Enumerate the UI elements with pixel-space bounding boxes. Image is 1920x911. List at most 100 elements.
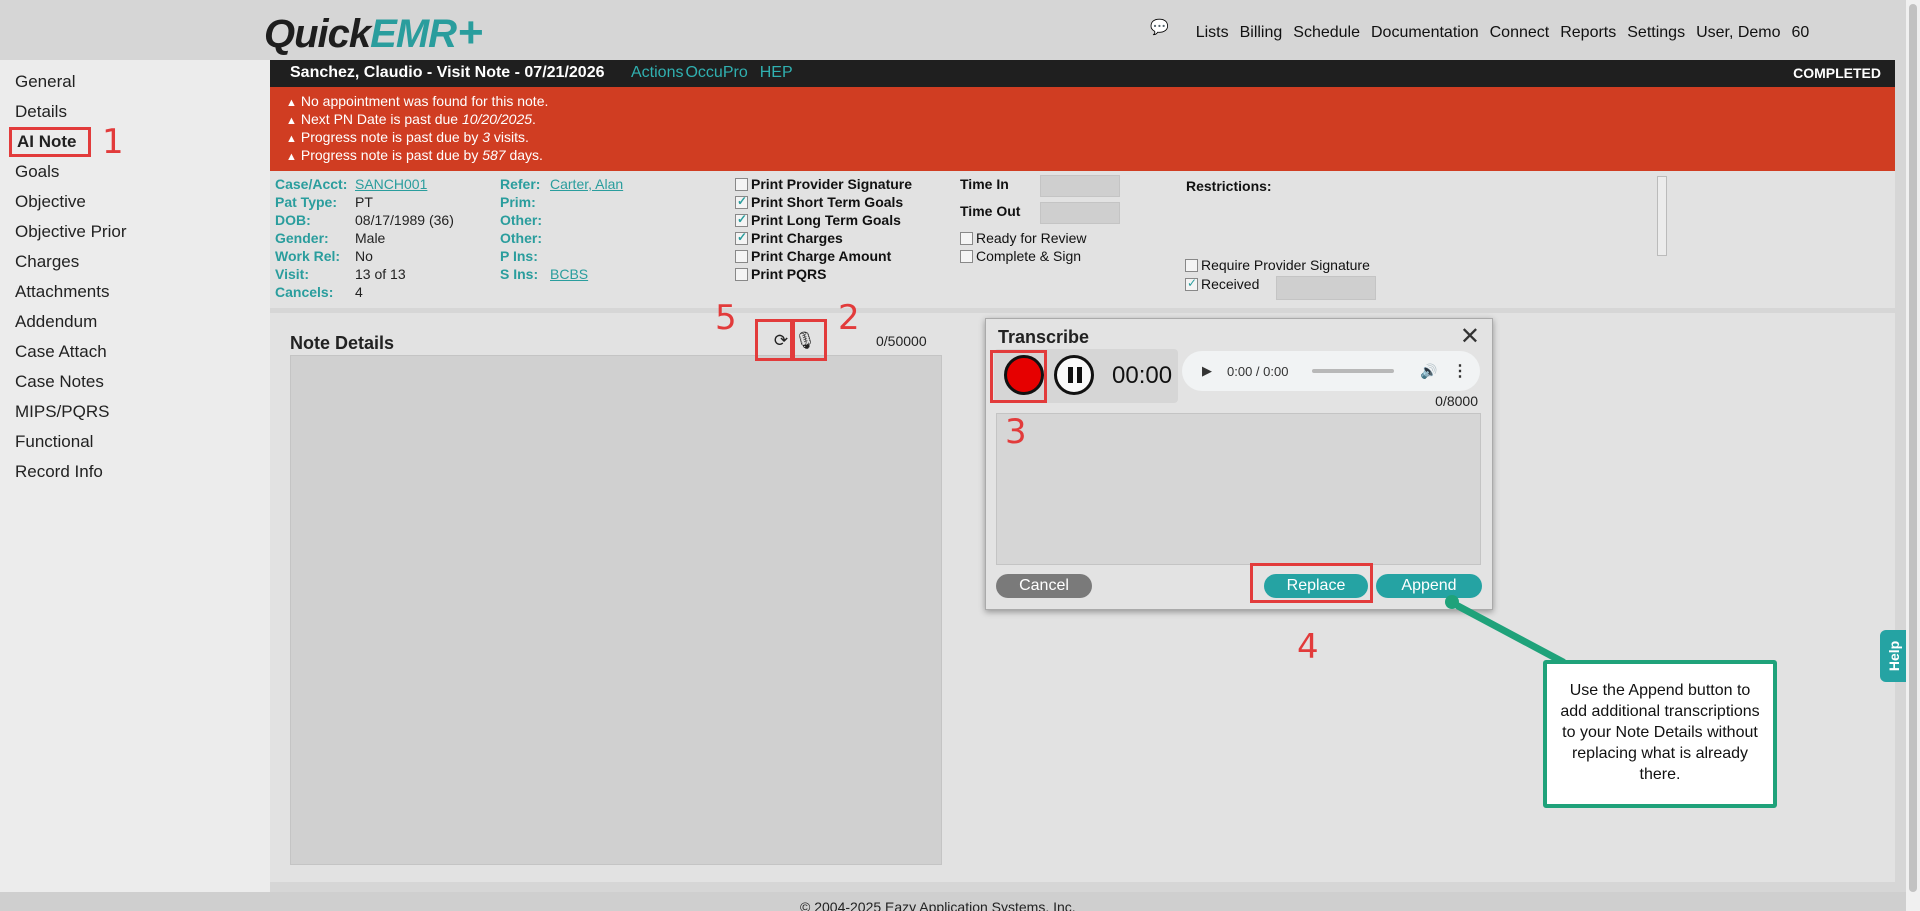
cancel-button[interactable]: Cancel	[996, 574, 1092, 598]
checkbox-icon	[735, 249, 748, 263]
transcribe-char-count: 0/8000	[1435, 393, 1478, 409]
print-long-term-goals-checkbox[interactable]: Print Long Term Goals	[735, 212, 901, 228]
pins-label: P Ins:	[500, 248, 538, 264]
nav-billing[interactable]: Billing	[1240, 24, 1283, 42]
note-header: Sanchez, Claudio - Visit Note - 07/21/20…	[270, 60, 1895, 87]
annotation-number-5: 5	[715, 298, 737, 338]
nav-settings[interactable]: Settings	[1627, 24, 1685, 42]
alert-line: ▲ Next PN Date is past due 10/20/2025.	[286, 111, 536, 127]
sidebar-item-case-notes[interactable]: Case Notes	[15, 372, 104, 392]
nav-lists[interactable]: Lists	[1196, 24, 1229, 42]
sins-value-link[interactable]: BCBS	[550, 266, 588, 282]
other2-label: Other:	[500, 230, 542, 246]
visit-value: 13 of 13	[355, 266, 406, 282]
alert-banner: ▲ No appointment was found for this note.…	[270, 87, 1895, 171]
sidebar-item-attachments[interactable]: Attachments	[15, 282, 110, 302]
logo-plus-icon: +	[458, 8, 484, 57]
complete-sign-checkbox[interactable]: Complete & Sign	[960, 248, 1081, 264]
restrictions-textarea[interactable]	[1657, 176, 1667, 256]
footer-copyright: © 2004-2025 Eazy Application Systems, In…	[800, 899, 1076, 911]
nav-reports[interactable]: Reports	[1560, 24, 1616, 42]
case-value-link[interactable]: SANCH001	[355, 176, 427, 192]
print-charges-checkbox[interactable]: Print Charges	[735, 230, 843, 246]
volume-icon[interactable]: 🔊	[1420, 363, 1437, 380]
checkbox-checked-icon	[1185, 276, 1198, 291]
help-tab[interactable]: Help	[1880, 630, 1908, 682]
sidebar: General Details AI Note Goals Objective …	[0, 60, 270, 911]
logo-emr-text: EMR	[370, 12, 457, 56]
sidebar-item-goals[interactable]: Goals	[15, 162, 59, 182]
link-occupro[interactable]: OccuPro	[685, 64, 747, 82]
checkbox-icon	[735, 267, 748, 281]
ready-for-review-checkbox[interactable]: Ready for Review	[960, 230, 1087, 246]
refer-value-link[interactable]: Carter, Alan	[550, 176, 623, 192]
sidebar-item-objective-prior[interactable]: Objective Prior	[15, 222, 126, 242]
received-checkbox[interactable]: Received	[1185, 276, 1259, 292]
sidebar-item-objective[interactable]: Objective	[15, 192, 86, 212]
chat-icon[interactable]: 💬	[1150, 18, 1169, 36]
top-bar: QuickEMR+ 💬 Lists Billing Schedule Docum…	[0, 0, 1900, 60]
visit-label: Visit:	[275, 266, 309, 282]
transcription-textarea[interactable]	[996, 413, 1481, 565]
record-timer: 00:00	[1112, 362, 1173, 389]
audio-time: 0:00 / 0:00	[1227, 363, 1289, 379]
link-actions[interactable]: Actions	[631, 64, 683, 82]
workrel-label: Work Rel:	[275, 248, 341, 264]
scrollbar-thumb[interactable]	[1909, 4, 1917, 892]
annotation-number-1: 1	[102, 122, 124, 162]
audio-player: ▶ 0:00 / 0:00 🔊 ⋮	[1182, 351, 1480, 391]
time-out-label: Time Out	[960, 203, 1021, 219]
received-input[interactable]	[1276, 276, 1376, 300]
nav-documentation[interactable]: Documentation	[1371, 24, 1479, 42]
cancels-value: 4	[355, 284, 363, 300]
callout-tip: Use the Append button to add additional …	[1543, 660, 1777, 808]
play-icon[interactable]: ▶	[1202, 363, 1212, 379]
annotation-box-3	[990, 350, 1047, 403]
sidebar-item-record-info[interactable]: Record Info	[15, 462, 103, 482]
warning-icon: ▲	[286, 97, 297, 109]
require-provider-signature-checkbox[interactable]: Require Provider Signature	[1185, 257, 1370, 273]
time-out-input[interactable]	[1040, 202, 1120, 224]
annotation-number-4: 4	[1297, 627, 1319, 667]
print-charge-amount-checkbox[interactable]: Print Charge Amount	[735, 248, 891, 264]
sidebar-item-addendum[interactable]: Addendum	[15, 312, 97, 332]
app-logo[interactable]: QuickEMR+	[264, 8, 484, 58]
dob-label: DOB:	[275, 212, 311, 228]
sidebar-item-charges[interactable]: Charges	[15, 252, 79, 272]
link-hep[interactable]: HEP	[760, 64, 793, 82]
refer-label: Refer:	[500, 176, 541, 192]
callout-arrow	[1445, 595, 1567, 666]
header-links: Actions OccuPro HEP	[631, 64, 793, 82]
pause-button[interactable]	[1054, 355, 1094, 395]
time-in-input[interactable]	[1040, 175, 1120, 197]
note-title: Sanchez, Claudio - Visit Note - 07/21/20…	[290, 64, 605, 81]
sidebar-item-details[interactable]: Details	[15, 102, 67, 122]
nav-connect[interactable]: Connect	[1490, 24, 1550, 42]
checkbox-checked-icon	[735, 212, 748, 227]
time-in-label: Time In	[960, 176, 1009, 192]
note-details-textarea[interactable]	[290, 355, 942, 865]
nav-schedule[interactable]: Schedule	[1293, 24, 1360, 42]
print-short-term-goals-checkbox[interactable]: Print Short Term Goals	[735, 194, 903, 210]
print-pqrs-checkbox[interactable]: Print PQRS	[735, 266, 826, 282]
status-badge: COMPLETED	[1793, 65, 1881, 81]
sidebar-item-mips-pqrs[interactable]: MIPS/PQRS	[15, 402, 109, 422]
gender-label: Gender:	[275, 230, 329, 246]
patient-info-panel: Case/Acct: SANCH001 Pat Type: PT DOB: 08…	[270, 171, 1895, 308]
print-provider-signature-checkbox[interactable]: Print Provider Signature	[735, 176, 912, 192]
audio-progress-slider[interactable]	[1312, 369, 1394, 373]
workrel-value: No	[355, 248, 373, 264]
page-scrollbar[interactable]	[1906, 0, 1920, 911]
other1-label: Other:	[500, 212, 542, 228]
case-label: Case/Acct:	[275, 176, 348, 192]
close-icon[interactable]: ✕	[1460, 322, 1480, 351]
restrictions-label: Restrictions:	[1186, 178, 1272, 194]
sidebar-item-case-attach[interactable]: Case Attach	[15, 342, 107, 362]
sidebar-item-general[interactable]: General	[15, 72, 75, 92]
dob-value: 08/17/1989 (36)	[355, 212, 454, 228]
more-options-icon[interactable]: ⋮	[1452, 361, 1468, 381]
checkbox-icon	[735, 177, 748, 191]
nav-user[interactable]: User, Demo	[1696, 24, 1780, 42]
alert-line: ▲ Progress note is past due by 587 days.	[286, 147, 543, 163]
sidebar-item-functional[interactable]: Functional	[15, 432, 93, 452]
